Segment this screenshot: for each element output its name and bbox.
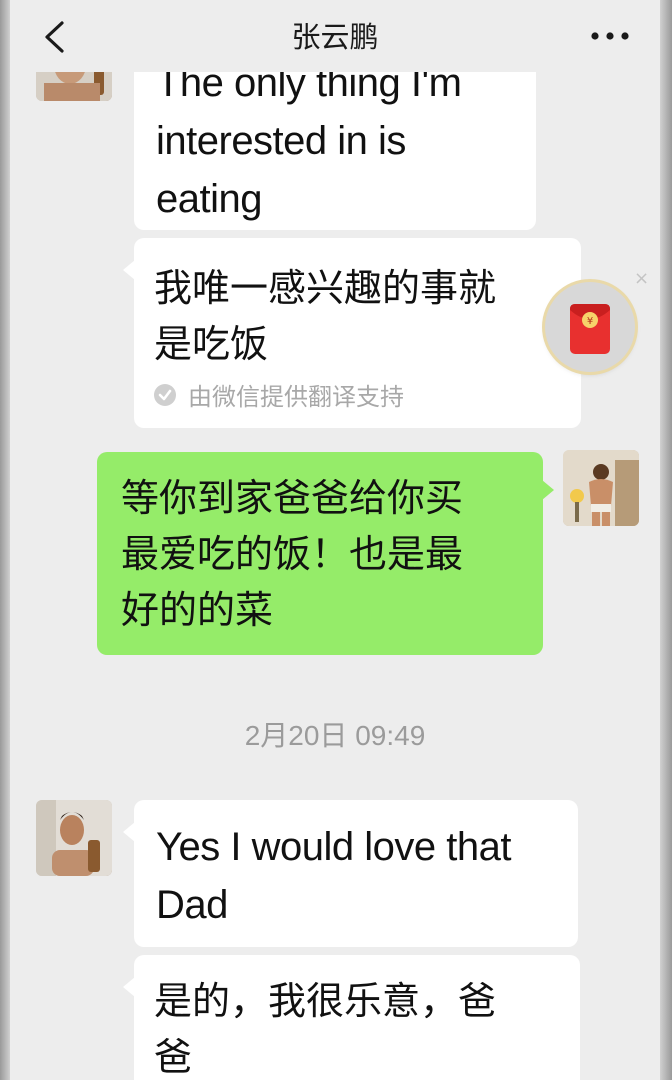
close-icon[interactable]: ×	[634, 268, 649, 289]
outgoing-message-bubble[interactable]: 等你到家爸爸给你买 最爱吃的饭！也是最 好的的菜	[97, 452, 554, 655]
translation-note-text: 由微信提供翻译支持	[188, 383, 404, 411]
screen-edge-right	[660, 0, 672, 1080]
message-line: Dad	[156, 883, 228, 927]
red-envelope-icon: ¥	[570, 304, 610, 354]
navigation-bar: 张云鹏	[10, 0, 660, 72]
translation-note: 由微信提供翻译支持	[154, 377, 404, 412]
screen-edge-left	[0, 0, 10, 1080]
incoming-message-bubble[interactable]: 我唯一感兴趣的事就 是吃饭 由微信提供翻译支持	[123, 238, 581, 428]
message-line: 等你到家爸爸给你买	[121, 476, 464, 520]
more-horizontal-icon[interactable]	[590, 32, 630, 40]
message-line: Yes I would love that	[156, 825, 511, 869]
message-line: 是吃饭	[154, 322, 269, 366]
check-circle-icon	[154, 383, 176, 406]
message-line: interested in is	[156, 119, 406, 163]
red-envelope-symbol: ¥	[587, 316, 593, 327]
message-line: 好的的菜	[121, 588, 274, 632]
timestamp: 2月20日 09:49	[244, 720, 426, 751]
message-line: 我唯一感兴趣的事就	[154, 266, 497, 310]
message-line: 是的，我很乐意，爸	[154, 979, 497, 1023]
message-list[interactable]: The only thing I'm interested in is eati…	[10, 0, 660, 1080]
incoming-message-bubble[interactable]: Yes I would love that Dad	[123, 800, 578, 947]
message-line: 最爱吃的饭！也是最	[121, 532, 464, 576]
my-avatar[interactable]	[563, 450, 639, 526]
chat-screen: The only thing I'm interested in is eati…	[10, 0, 660, 1080]
chat-title: 张云鹏	[291, 20, 379, 54]
message-line: 爸	[154, 1035, 193, 1079]
red-envelope-button[interactable]: ¥	[545, 282, 635, 372]
incoming-message-bubble[interactable]: 是的，我很乐意，爸 爸	[123, 955, 580, 1080]
contact-avatar[interactable]	[36, 800, 112, 876]
message-line: eating	[156, 177, 262, 221]
